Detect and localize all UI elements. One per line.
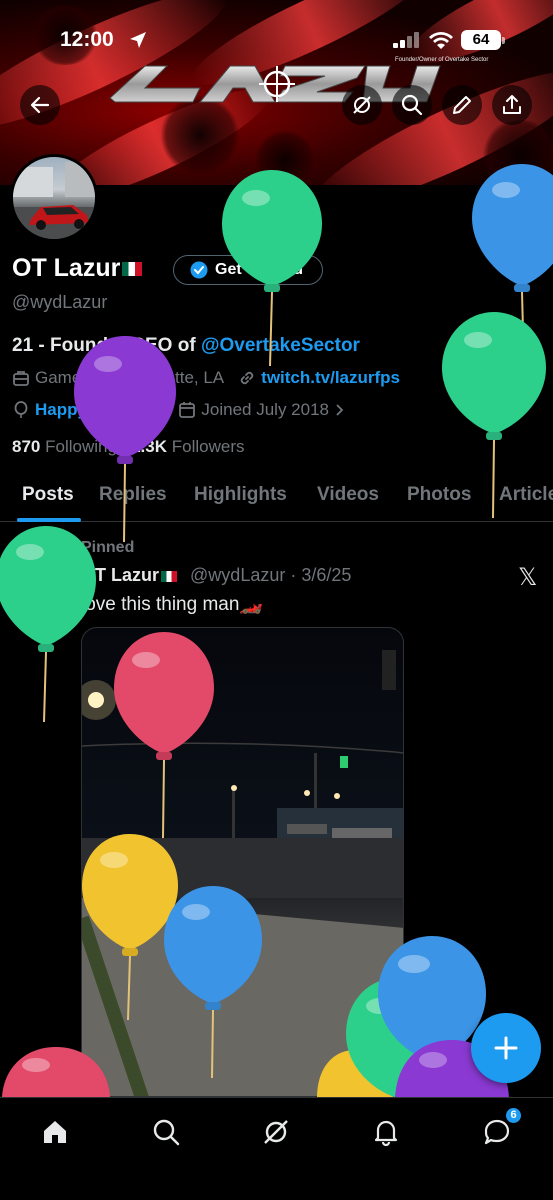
search-button[interactable] — [392, 85, 432, 125]
website-link[interactable]: twitch.tv/lazurfps — [261, 368, 400, 388]
calendar-icon — [179, 402, 196, 418]
balloon-green-2 — [442, 312, 546, 519]
home-icon — [44, 1121, 66, 1143]
plus-icon — [494, 1036, 518, 1060]
nav-grok[interactable] — [256, 1112, 296, 1152]
share-button[interactable] — [492, 85, 532, 125]
profile-name-text: OT Lazur — [12, 254, 121, 282]
cellular-signal-icon — [393, 32, 419, 48]
verified-badge-icon — [190, 261, 208, 279]
grok-icon — [353, 96, 371, 114]
briefcase-icon — [13, 371, 29, 386]
followers-label: Followers — [171, 437, 245, 456]
bell-icon — [374, 1120, 398, 1146]
pencil-icon — [453, 96, 471, 114]
post-meta: @wydLazur · 3/6/25 — [190, 565, 352, 585]
nav-search[interactable] — [146, 1112, 186, 1152]
post-text: love this thing man🏎️ — [81, 594, 264, 615]
x-logo-icon: 𝕏 — [518, 564, 538, 591]
banner-subtitle: Founder/Owner of Overtake Sector — [395, 57, 489, 63]
status-bar: 12:00 64 — [0, 28, 553, 56]
tab-videos[interactable]: Videos — [317, 484, 379, 506]
balloon-red-2 — [2, 1047, 110, 1097]
search-icon — [153, 1119, 180, 1146]
status-time: 12:00 — [60, 28, 114, 51]
arrow-left-icon — [30, 96, 50, 114]
grok-button[interactable] — [342, 85, 382, 125]
tab-highlights[interactable]: Highlights — [194, 484, 287, 506]
tab-posts[interactable]: Posts — [22, 484, 74, 506]
profile-meta-row-2: Happy birthday! Joined July 2018 — [12, 400, 360, 420]
nav-home[interactable] — [35, 1112, 75, 1152]
bottom-nav — [0, 1097, 553, 1200]
post-mexico-flag-icon — [161, 570, 178, 582]
balloon-red — [114, 632, 214, 839]
link-icon — [240, 371, 254, 385]
website-item[interactable]: twitch.tv/lazurfps — [238, 368, 400, 388]
avatar-car-image — [13, 162, 95, 239]
balloon-purple — [74, 336, 176, 543]
edit-profile-button[interactable] — [442, 85, 482, 125]
balloon-green — [222, 170, 322, 367]
back-button[interactable] — [20, 85, 60, 125]
share-icon — [503, 95, 521, 114]
profile-avatar[interactable] — [10, 154, 98, 242]
mexico-flag-icon — [122, 262, 143, 277]
wifi-icon — [429, 32, 453, 49]
balloon-icon — [14, 401, 28, 418]
compose-post-button[interactable] — [471, 1013, 541, 1083]
grok-icon — [264, 1120, 288, 1144]
balloon-green-3 — [0, 526, 96, 723]
search-icon — [401, 94, 423, 116]
battery-indicator: 64 — [461, 30, 501, 50]
post-header: OT Lazur @wydLazur · 3/6/25 — [81, 565, 351, 586]
battery-tip — [502, 37, 505, 44]
balloon-blue-2 — [164, 886, 262, 1079]
joined-item[interactable]: Joined July 2018 — [178, 400, 346, 420]
messages-badge: 6 — [504, 1106, 523, 1125]
nav-notifications[interactable] — [366, 1112, 406, 1152]
profile-name: OT Lazur — [12, 254, 143, 283]
following-count: 870 — [12, 437, 41, 456]
joined-text: Joined July 2018 — [201, 400, 329, 419]
profile-handle: @wydLazur — [12, 292, 108, 312]
location-arrow-icon — [130, 32, 146, 48]
chevron-right-icon — [336, 404, 344, 416]
